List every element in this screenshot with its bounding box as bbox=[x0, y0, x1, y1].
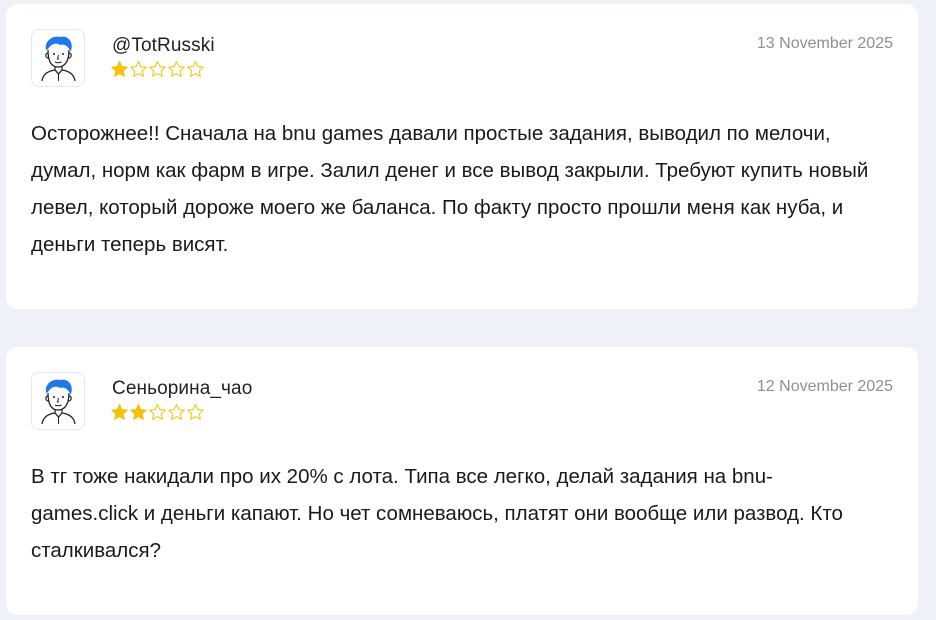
review-card: Сеньорина_чао 12 November 2025 В тг тоже… bbox=[6, 347, 918, 615]
user-avatar-icon bbox=[31, 372, 85, 430]
rating-stars bbox=[110, 60, 205, 79]
review-card: @TotRusski 13 November 2025 Осторожнее!!… bbox=[6, 4, 918, 309]
review-text: В тг тоже накидали про их 20% с лота. Ти… bbox=[31, 465, 843, 562]
user-avatar-icon-svg bbox=[41, 379, 76, 425]
user-avatar-icon bbox=[31, 29, 85, 87]
star-empty-icon bbox=[187, 403, 204, 420]
user-avatar-icon-svg bbox=[41, 36, 76, 82]
review-username: Сеньорина_чао bbox=[112, 378, 253, 399]
star-filled-icon bbox=[111, 60, 128, 77]
rating-stars bbox=[110, 403, 205, 422]
review-text: Осторожнее!! Сначала на bnu games давали… bbox=[31, 122, 869, 256]
star-empty-icon bbox=[130, 60, 147, 77]
star-empty-icon bbox=[149, 60, 166, 77]
review-date: 13 November 2025 bbox=[756, 35, 893, 52]
star-empty-icon bbox=[168, 403, 185, 420]
review-date: 12 November 2025 bbox=[756, 378, 893, 395]
star-empty-icon bbox=[187, 60, 204, 77]
star-filled-icon bbox=[130, 403, 147, 420]
star-filled-icon bbox=[111, 403, 128, 420]
star-empty-icon bbox=[168, 60, 185, 77]
review-username: @TotRusski bbox=[112, 35, 215, 56]
star-empty-icon bbox=[149, 403, 166, 420]
